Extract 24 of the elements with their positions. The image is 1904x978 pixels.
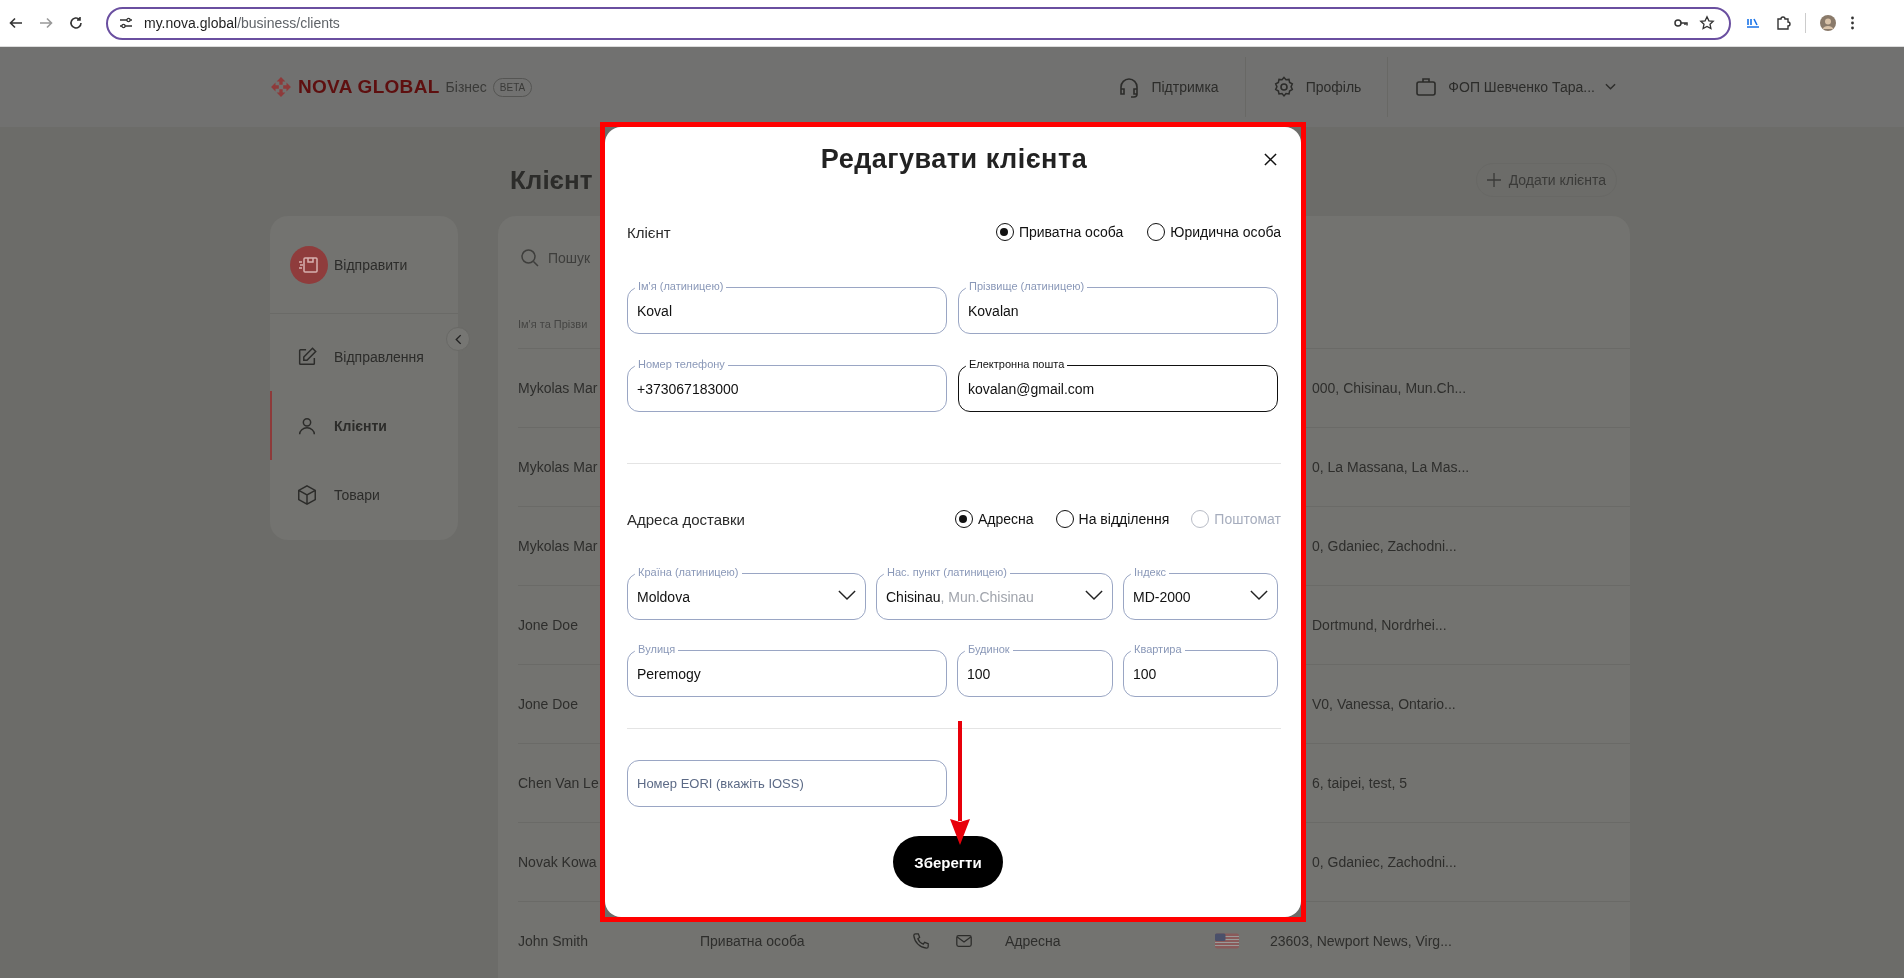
table-cell: Mykolas Mar <box>518 538 598 554</box>
table-cell: Dortmund, Nordrhei... <box>1312 617 1447 633</box>
page-title: Клієнт <box>510 164 593 196</box>
table-cell: Jone Doe <box>518 696 578 712</box>
table-cell: John Smith <box>518 933 589 949</box>
table-cell: 6, taipei, test, 5 <box>1312 775 1407 791</box>
table-cell: Mykolas Mar <box>518 380 598 396</box>
table-cell: V0, Vanessa, Ontario... <box>1312 696 1456 712</box>
section-label: Клієнт <box>627 223 671 241</box>
logo-text: NOVA GLOBAL <box>298 76 440 98</box>
table-cell: 0, Gdaniec, Zachodni... <box>1312 538 1457 554</box>
table-cell: 0, La Massana, La Mas... <box>1312 459 1470 475</box>
table-cell: Novak Kowa <box>518 854 597 870</box>
table-cell: 23603, Newport News, Virg... <box>1270 933 1452 949</box>
table-cell: Jone Doe <box>518 617 578 633</box>
table-cell: 000, Chisinau, Mun.Ch... <box>1312 380 1467 396</box>
table-cell: Приватна особа <box>700 933 805 949</box>
dialog-title: Редагувати клієнта <box>820 143 1088 175</box>
table-cell: 0, Gdaniec, Zachodni... <box>1312 854 1457 870</box>
table-cell: Mykolas Mar <box>518 459 598 475</box>
section-label: Адреса доставки <box>627 510 745 528</box>
table-cell: Chen Van Le <box>518 775 599 791</box>
product-name: Бізнес <box>445 79 487 95</box>
table-cell: Адресна <box>1005 933 1061 949</box>
